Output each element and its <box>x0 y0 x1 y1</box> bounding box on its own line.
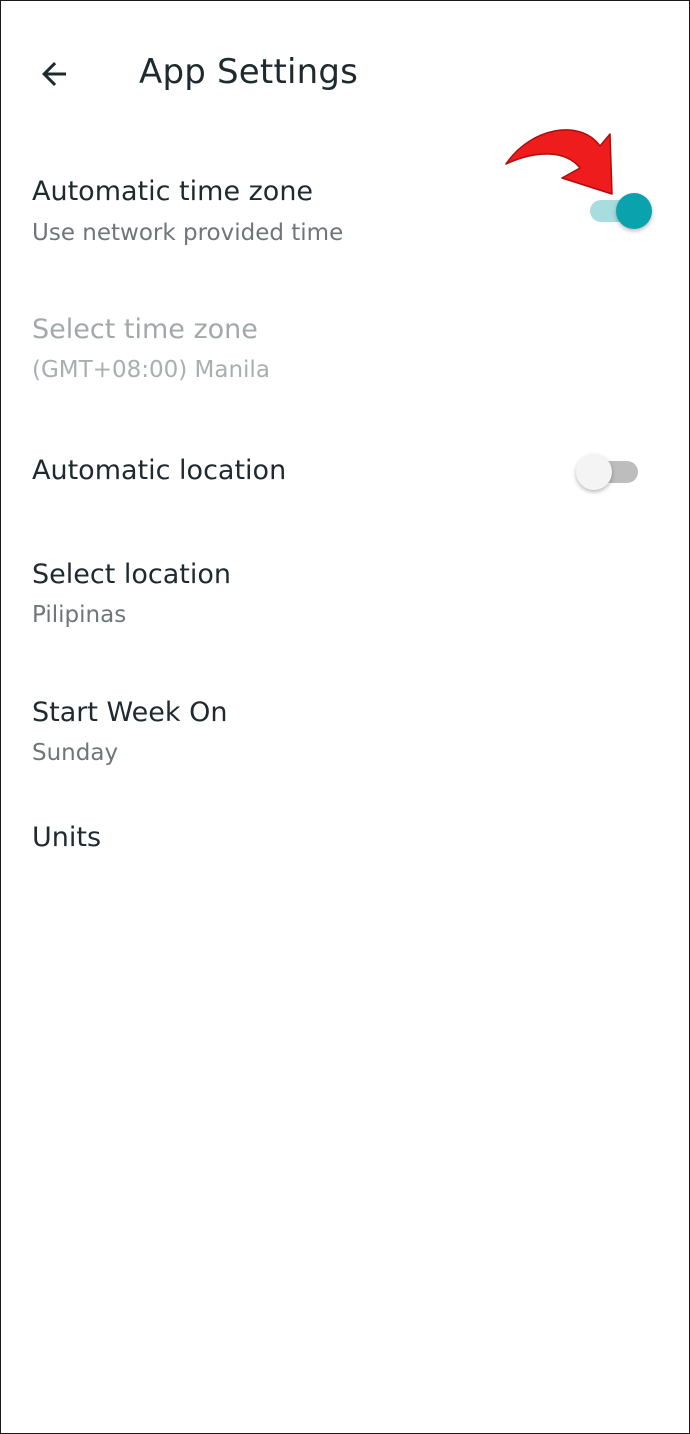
setting-start-week-on[interactable]: Start Week On Sunday <box>0 683 690 793</box>
back-button[interactable] <box>30 52 78 96</box>
setting-title: Units <box>32 822 102 853</box>
curved-arrow-icon <box>505 129 613 195</box>
setting-select-location[interactable]: Select location Pilipinas <box>0 545 690 655</box>
setting-title: Start Week On <box>32 697 228 728</box>
page-title: App Settings <box>139 52 359 92</box>
setting-subtitle: Pilipinas <box>32 602 127 628</box>
setting-subtitle: Use network provided time <box>32 220 344 246</box>
setting-title: Automatic location <box>32 455 287 486</box>
setting-title: Select time zone <box>32 314 258 345</box>
automatic-location-toggle[interactable] <box>576 449 642 493</box>
setting-title: Automatic time zone <box>32 176 314 207</box>
toggle-thumb <box>576 454 612 490</box>
arrow-left-icon <box>42 62 66 86</box>
setting-automatic-location[interactable]: Automatic location <box>0 430 690 520</box>
toggle-thumb <box>616 193 652 229</box>
setting-title: Select location <box>32 559 232 590</box>
setting-subtitle: (GMT+08:00) Manila <box>32 357 270 383</box>
setting-units[interactable]: Units <box>0 808 690 888</box>
setting-subtitle: Sunday <box>32 740 119 766</box>
setting-select-time-zone[interactable]: Select time zone (GMT+08:00) Manila <box>0 300 690 400</box>
